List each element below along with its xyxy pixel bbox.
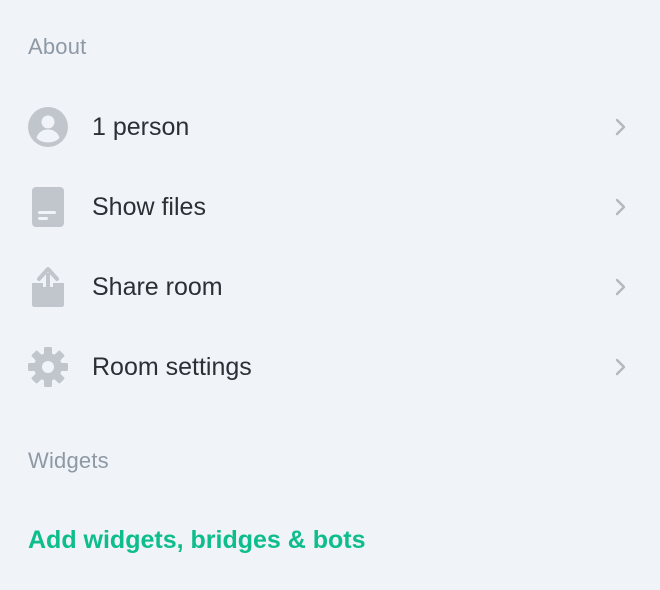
room-settings-item[interactable]: Room settings <box>0 327 660 407</box>
chevron-right-icon <box>610 357 630 377</box>
person-icon <box>28 107 68 147</box>
widgets-section-title: Widgets <box>28 448 109 473</box>
share-room-item[interactable]: Share room <box>0 247 660 327</box>
about-section-title: About <box>28 34 87 59</box>
chevron-right-icon <box>610 117 630 137</box>
room-settings-item-label: Room settings <box>92 352 252 381</box>
file-icon <box>28 187 68 227</box>
chevron-right-icon <box>610 277 630 297</box>
add-widgets-link[interactable]: Add widgets, bridges & bots <box>28 526 366 555</box>
share-room-item-label: Share room <box>92 272 223 301</box>
show-files-item[interactable]: Show files <box>0 167 660 247</box>
people-item-label: 1 person <box>92 112 190 141</box>
people-item[interactable]: 1 person <box>0 87 660 167</box>
room-info-panel: About 1 person Show files Share room Roo… <box>0 0 660 590</box>
show-files-item-label: Show files <box>92 192 206 221</box>
share-icon <box>28 267 68 307</box>
gear-icon <box>28 347 68 387</box>
chevron-right-icon <box>610 197 630 217</box>
